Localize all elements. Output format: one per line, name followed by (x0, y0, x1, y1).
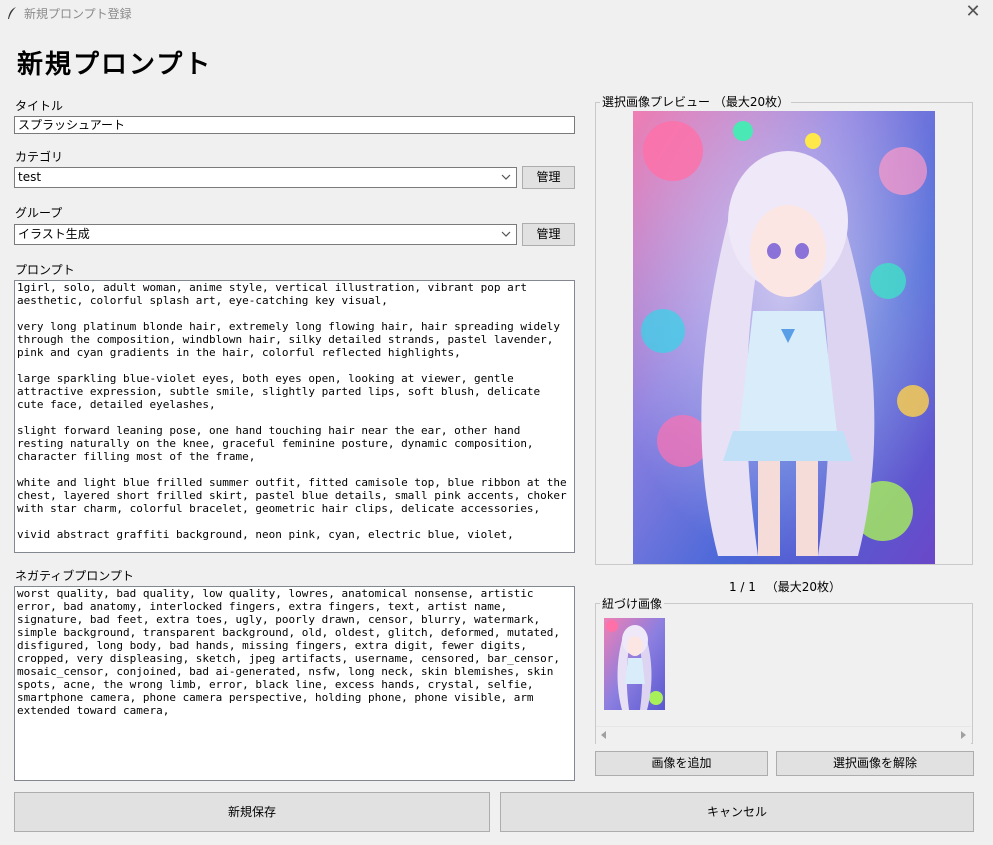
save-new-button[interactable]: 新規保存 (14, 792, 490, 832)
linked-image-thumbnail[interactable] (604, 618, 665, 710)
linked-images-scrollbar[interactable] (596, 726, 971, 744)
preview-image (633, 111, 935, 564)
category-select[interactable]: test (14, 167, 517, 188)
group-label: グループ (15, 206, 63, 220)
prompt-textarea[interactable]: 1girl, solo, adult woman, anime style, v… (14, 280, 575, 553)
group-select[interactable]: イラスト生成 (14, 224, 517, 245)
group-selected-value: イラスト生成 (18, 227, 90, 241)
feather-icon (8, 7, 16, 19)
category-selected-value: test (18, 170, 42, 184)
preview-counter: 1 / 1 （最大20枚） (728, 580, 842, 594)
add-image-button[interactable]: 画像を追加 (595, 751, 768, 776)
close-icon[interactable]: ✕ (953, 0, 993, 26)
window-title: 新規プロンプト登録 (24, 7, 132, 21)
category-manage-button[interactable]: 管理 (522, 166, 575, 189)
negative-prompt-textarea[interactable]: worst quality, bad quality, low quality,… (14, 586, 575, 781)
cancel-button[interactable]: キャンセル (500, 792, 974, 832)
linked-images-frame-title: 紐づけ画像 (600, 597, 665, 611)
chevron-down-icon[interactable] (500, 227, 512, 241)
page-title: 新規プロンプト (17, 50, 213, 80)
preview-frame-title: 選択画像プレビュー （最大20枚） (600, 95, 792, 109)
prompt-label: プロンプト (15, 263, 75, 277)
chevron-down-icon[interactable] (500, 170, 512, 184)
arrow-left-icon[interactable] (599, 730, 609, 740)
negative-prompt-label: ネガティブプロンプト (15, 569, 134, 583)
group-manage-button[interactable]: 管理 (522, 223, 575, 246)
remove-selected-image-button[interactable]: 選択画像を解除 (776, 751, 974, 776)
arrow-right-icon[interactable] (958, 730, 968, 740)
category-label: カテゴリ (15, 150, 64, 164)
title-input[interactable]: スプラッシュアート (14, 116, 575, 134)
title-label: タイトル (15, 99, 64, 113)
title-bar: 新規プロンプト登録 ✕ (0, 0, 993, 26)
